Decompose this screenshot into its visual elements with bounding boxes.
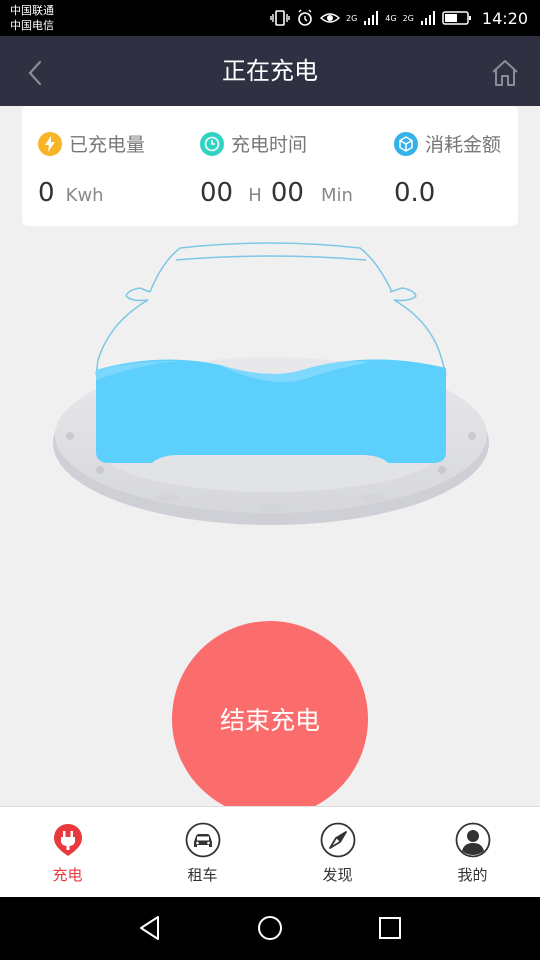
- stat-time-minutes-unit: Min: [321, 185, 353, 206]
- car-illustration-svg: [53, 242, 489, 525]
- network-4g-label: 4G: [385, 13, 397, 23]
- carrier-1: 中国联通: [10, 4, 54, 17]
- clock-time: 14:20: [481, 8, 528, 28]
- stat-energy-value: 0: [38, 178, 55, 208]
- network-2g-label-2: 2G: [402, 13, 414, 23]
- signal-icon: [364, 11, 379, 25]
- plug-icon: [53, 824, 82, 856]
- car-outline: [95, 242, 447, 376]
- stat-cost-label: 消耗金额: [425, 134, 502, 156]
- stat-time-label: 充电时间: [231, 134, 308, 156]
- tab-discover[interactable]: 发现: [270, 807, 405, 897]
- home-button[interactable]: [488, 56, 522, 90]
- stat-cost-value: 0.0: [394, 178, 436, 208]
- charging-stats-card: 已充电量 0 Kwh 充电时间 00 H 00 Min 消耗金额 0.0: [22, 106, 518, 226]
- stat-time-hours-unit: H: [248, 185, 262, 206]
- status-icons: 2G 4G 2G 14:20: [270, 0, 528, 36]
- carrier-2: 中国电信: [10, 19, 54, 32]
- stat-time-minutes: 00: [270, 178, 304, 208]
- tab-rent-car[interactable]: 租车: [135, 807, 270, 897]
- tab-profile[interactable]: 我的: [405, 807, 540, 897]
- app-header: 正在充电: [0, 36, 540, 106]
- compass-icon: [320, 822, 355, 858]
- battery-icon: [442, 11, 471, 25]
- cube-icon: [394, 131, 418, 156]
- network-2g-label: 2G: [346, 13, 358, 23]
- eye-icon: [320, 13, 340, 23]
- signal-icon-2: [420, 11, 435, 25]
- end-charging-button[interactable]: 结束充电: [172, 621, 368, 817]
- stat-energy-label: 已充电量: [69, 134, 146, 156]
- user-icon: [455, 822, 490, 858]
- carrier-info: 中国联通 中国电信: [10, 3, 54, 33]
- nav-home-icon[interactable]: [254, 912, 286, 944]
- car-charging-illustration: [40, 230, 500, 540]
- nav-recents-icon[interactable]: [374, 912, 406, 944]
- vibrate-icon: [270, 10, 290, 26]
- page-title: 正在充电: [222, 57, 318, 85]
- car-icon: [185, 822, 220, 858]
- tab-charge-label: 充电: [52, 866, 83, 884]
- home-icon: [492, 60, 518, 86]
- nav-back-icon[interactable]: [134, 912, 166, 944]
- lightning-icon: [38, 131, 62, 156]
- clock-icon: [200, 131, 224, 156]
- status-bar: 中国联通 中国电信 2G 4G 2G 14:20: [0, 0, 540, 36]
- stat-energy-unit: Kwh: [65, 185, 104, 206]
- charge-level-water: [96, 359, 446, 463]
- tab-rent-car-label: 租车: [187, 866, 218, 884]
- tab-discover-label: 发现: [322, 866, 353, 884]
- tab-charge[interactable]: 充电: [0, 807, 135, 897]
- bottom-tab-bar: 充电 租车 发现 我的: [0, 806, 540, 897]
- stat-time-hours: 00: [200, 178, 234, 208]
- system-nav-bar: [0, 896, 540, 960]
- alarm-icon: [298, 9, 312, 26]
- tab-profile-label: 我的: [457, 866, 488, 884]
